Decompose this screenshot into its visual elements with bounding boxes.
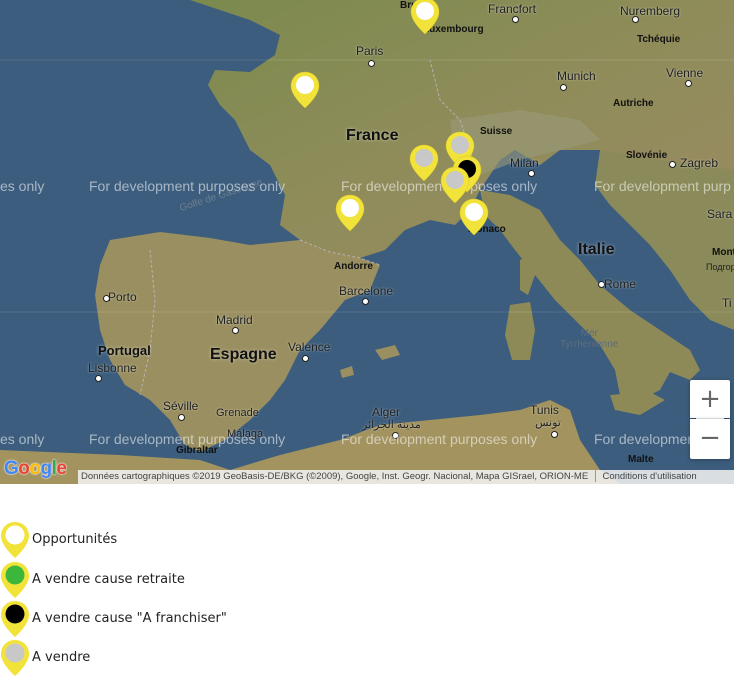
zoom-in-button[interactable]: + bbox=[690, 380, 730, 418]
pin-green-icon bbox=[1, 562, 29, 598]
dev-watermark: es only bbox=[0, 431, 45, 447]
legend-item-retraite: A vendre cause retraite bbox=[0, 560, 400, 600]
city-dot-madrid bbox=[232, 327, 239, 334]
city-label-podgorica: Подгори bbox=[706, 262, 734, 272]
zoom-out-button[interactable]: − bbox=[690, 419, 730, 459]
city-label-munich: Munich bbox=[557, 69, 596, 83]
sea-label-line2: Tyrrhénienne bbox=[560, 339, 619, 350]
legend-item-franchiser: A vendre cause "A franchiser" bbox=[0, 599, 400, 639]
city-label-paris: Paris bbox=[356, 44, 384, 58]
google-logo-letter: o bbox=[18, 458, 30, 479]
city-dot-munich bbox=[560, 84, 567, 91]
country-label-suisse: Suisse bbox=[480, 126, 513, 137]
city-dot-barcelone bbox=[362, 298, 369, 305]
pin-grey-icon bbox=[1, 640, 29, 676]
city-label-lisbonne: Lisbonne bbox=[88, 361, 137, 375]
city-dot-nuremberg bbox=[632, 16, 639, 23]
sea-label-line1: Mer bbox=[580, 328, 598, 339]
city-label-vienne: Vienne bbox=[666, 66, 704, 80]
attribution-separator bbox=[594, 470, 596, 483]
city-label-porto: Porto bbox=[108, 290, 137, 304]
terms-link[interactable]: Conditions d'utilisation bbox=[602, 471, 696, 482]
attribution-text: Données cartographiques ©2019 GeoBasis-D… bbox=[81, 471, 589, 482]
google-logo-letter: o bbox=[29, 458, 41, 479]
country-label-espagne: Espagne bbox=[210, 346, 277, 363]
pin-white-icon bbox=[1, 522, 29, 558]
city-label-barcelone: Barcelone bbox=[339, 284, 394, 298]
google-logo[interactable]: Google bbox=[4, 458, 67, 480]
city-label-grenade: Grenade bbox=[216, 407, 259, 419]
sea-label-tyrrhenienne: Mer Tyrrhénienne bbox=[560, 328, 618, 350]
country-label-france: France bbox=[346, 127, 399, 144]
city-label-alger: Alger bbox=[372, 405, 401, 419]
city-label-tunis-ar: تونس bbox=[535, 417, 561, 429]
city-dot-valence bbox=[302, 355, 309, 362]
country-label-malte: Malte bbox=[628, 454, 654, 465]
city-dot-paris bbox=[368, 60, 375, 67]
legend-item-opportunites: Opportunités bbox=[0, 520, 400, 560]
city-label-madrid: Madrid bbox=[216, 313, 253, 327]
dev-watermark: For development purposes only bbox=[341, 431, 538, 447]
map-marker-opportunites[interactable] bbox=[410, 0, 440, 36]
dev-watermark: For development purp bbox=[594, 178, 731, 194]
city-label-sara: Sara bbox=[707, 207, 733, 221]
dev-watermark: es only bbox=[0, 178, 45, 194]
city-dot-tunis bbox=[551, 431, 558, 438]
city-label-valence: Valence bbox=[288, 340, 331, 354]
city-dot-porto bbox=[103, 295, 110, 302]
city-dot-zagreb bbox=[669, 161, 676, 168]
city-label-ti: Ti bbox=[722, 296, 732, 310]
city-dot-vienne bbox=[685, 80, 692, 87]
dev-watermark: For development purposes only bbox=[89, 178, 286, 194]
country-label-autriche: Autriche bbox=[613, 98, 654, 109]
map-marker-opportunites[interactable] bbox=[290, 70, 320, 110]
pin-black-icon bbox=[1, 601, 29, 637]
city-dot-frankfort bbox=[512, 16, 519, 23]
city-label-seville: Séville bbox=[163, 399, 199, 413]
country-label-andorre: Andorre bbox=[334, 261, 373, 272]
city-label-zagreb: Zagreb bbox=[680, 156, 719, 170]
map-marker-opportunites[interactable] bbox=[335, 193, 365, 233]
city-dot-lisbonne bbox=[95, 375, 102, 382]
google-logo-letter: g bbox=[40, 458, 53, 479]
legend-item-a-vendre: A vendre bbox=[0, 638, 400, 678]
city-label-tunis: Tunis bbox=[530, 403, 559, 417]
city-dot-seville bbox=[178, 414, 185, 421]
map-terrain bbox=[0, 0, 734, 484]
google-logo-letter: e bbox=[56, 458, 67, 479]
city-label-frankfort: Francfort bbox=[488, 2, 537, 16]
legend-label: A vendre cause retraite bbox=[32, 572, 185, 587]
city-label-milan: Milan bbox=[510, 156, 539, 170]
city-dot-milan bbox=[528, 170, 535, 177]
map-attribution: Données cartographiques ©2019 GeoBasis-D… bbox=[78, 470, 734, 484]
google-logo-letter: G bbox=[4, 458, 19, 479]
city-label-nuremberg: Nuremberg bbox=[620, 4, 681, 18]
country-label-tchequie: Tchéquie bbox=[637, 34, 681, 45]
city-label-rome: Rome bbox=[604, 277, 637, 291]
country-label-portugal: Portugal bbox=[98, 343, 151, 358]
legend-label: Opportunités bbox=[32, 532, 118, 547]
city-label-alger-ar: مدينة الجزائر bbox=[362, 419, 421, 431]
country-label-slovenie: Slovénie bbox=[626, 150, 668, 161]
country-label-italie: Italie bbox=[578, 241, 615, 258]
city-label-mont: Mont bbox=[712, 247, 734, 258]
map-view[interactable]: Bru Luxembourg Francfort Nuremberg Tchéq… bbox=[0, 0, 734, 484]
dev-watermark: For development purposes only bbox=[89, 431, 286, 447]
map-marker-a-vendre[interactable] bbox=[409, 143, 439, 183]
map-marker-opportunites[interactable] bbox=[459, 197, 489, 237]
legend-label: A vendre bbox=[32, 650, 91, 665]
legend-label: A vendre cause "A franchiser" bbox=[32, 611, 227, 626]
dev-watermark: For development bbox=[594, 431, 700, 447]
